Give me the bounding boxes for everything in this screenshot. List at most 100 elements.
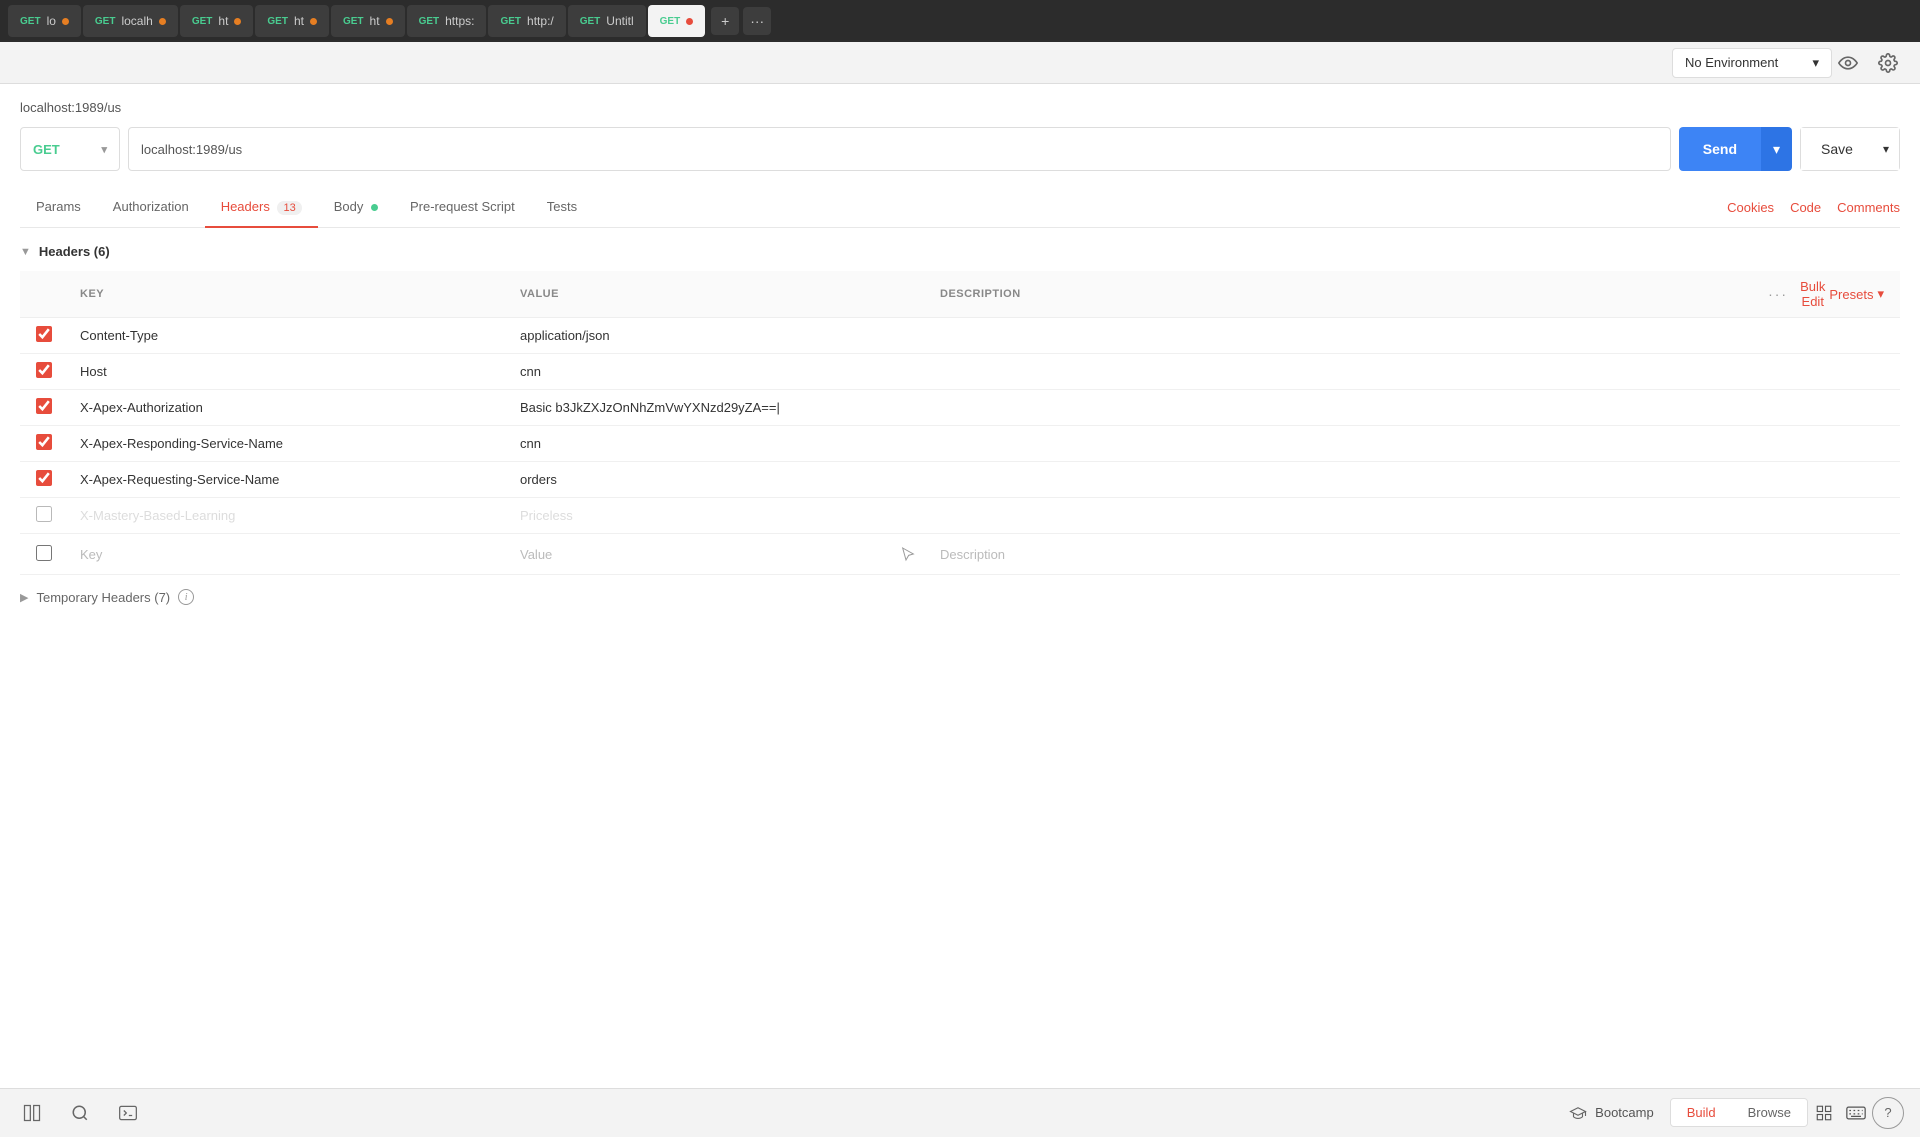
desc-value[interactable] xyxy=(928,506,1740,526)
value-placeholder[interactable]: Value xyxy=(520,547,552,562)
request-tab-3[interactable]: GET ht xyxy=(180,5,254,37)
row-checkbox[interactable] xyxy=(36,398,52,414)
table-row: Content-Type application/json xyxy=(20,318,1900,354)
environment-label: No Environment xyxy=(1685,55,1778,70)
key-value[interactable]: X-Apex-Responding-Service-Name xyxy=(68,426,508,461)
checkbox-cell xyxy=(20,498,68,534)
desc-cell: Description xyxy=(928,534,1740,575)
table-row-empty: Key Value Description xyxy=(20,534,1900,575)
row-checkbox[interactable] xyxy=(36,545,52,561)
key-value[interactable]: X-Apex-Authorization xyxy=(68,390,508,425)
bulk-edit-button[interactable]: Bulk Edit xyxy=(1800,279,1825,309)
presets-button[interactable]: Presets ▾ xyxy=(1829,286,1884,302)
save-main-button[interactable]: Save xyxy=(1800,127,1873,171)
comments-link[interactable]: Comments xyxy=(1837,188,1900,227)
layout-icon-button[interactable] xyxy=(16,1097,48,1129)
tab-tests[interactable]: Tests xyxy=(531,187,593,228)
key-value[interactable]: X-Apex-Requesting-Service-Name xyxy=(68,462,508,497)
value-cell: Value xyxy=(508,534,928,575)
col-check-header xyxy=(20,271,68,318)
key-cell: Host xyxy=(68,354,508,390)
row-checkbox[interactable] xyxy=(36,434,52,450)
key-value[interactable]: Content-Type xyxy=(68,318,508,353)
value-value[interactable]: cnn xyxy=(508,426,928,461)
request-tab-5[interactable]: GET ht xyxy=(331,5,405,37)
env-icon-group xyxy=(1832,47,1904,79)
help-button[interactable]: ? xyxy=(1872,1097,1904,1129)
method-select[interactable]: GET ▾ xyxy=(20,127,120,171)
chevron-down-icon: ▾ xyxy=(1812,55,1819,71)
row-checkbox[interactable] xyxy=(36,362,52,378)
tab-label: https: xyxy=(445,14,474,28)
request-tab-1[interactable]: GET lo xyxy=(8,5,81,37)
key-value[interactable]: Host xyxy=(68,354,508,389)
tab-headers-label: Headers xyxy=(221,199,270,214)
eye-icon-button[interactable] xyxy=(1832,47,1864,79)
more-options-button[interactable]: ··· xyxy=(1760,282,1796,306)
console-icon-button[interactable] xyxy=(112,1097,144,1129)
tab-bar: GET lo GET localh GET ht GET ht GET ht G… xyxy=(0,0,1920,42)
value-value[interactable]: Priceless xyxy=(508,498,928,533)
checkbox-cell xyxy=(20,534,68,575)
request-tab-4[interactable]: GET ht xyxy=(255,5,329,37)
request-tab-2[interactable]: GET localh xyxy=(83,5,178,37)
method-label: GET xyxy=(580,16,601,27)
desc-value[interactable] xyxy=(928,362,1740,382)
value-value[interactable]: Basic b3JkZXJzOnNhZmVwYXNzd29yZA== xyxy=(508,390,928,425)
bootcamp-label: Bootcamp xyxy=(1595,1105,1654,1120)
value-value[interactable]: cnn xyxy=(508,354,928,389)
key-cell: X-Apex-Responding-Service-Name xyxy=(68,426,508,462)
add-tab-button[interactable]: + xyxy=(711,7,739,35)
bootcamp-button[interactable]: Bootcamp xyxy=(1553,1089,1670,1137)
request-tab-7[interactable]: GET http:/ xyxy=(488,5,565,37)
row-checkbox[interactable] xyxy=(36,506,52,522)
desc-cell xyxy=(928,462,1740,498)
url-input[interactable] xyxy=(128,127,1671,171)
request-tab-9[interactable]: GET xyxy=(648,5,706,37)
bottom-right-section: Bootcamp Build Browse ? xyxy=(1553,1089,1904,1137)
key-value[interactable]: X-Mastery-Based-Learning xyxy=(68,498,508,533)
row-checkbox[interactable] xyxy=(36,470,52,486)
tab-label: ht xyxy=(218,14,228,28)
desc-value[interactable] xyxy=(928,470,1740,490)
tab-prerequest[interactable]: Pre-request Script xyxy=(394,187,531,228)
keyboard-icon-button[interactable] xyxy=(1840,1097,1872,1129)
value-value[interactable]: orders xyxy=(508,462,928,497)
environment-selector[interactable]: No Environment ▾ xyxy=(1672,48,1832,78)
method-value: GET xyxy=(33,142,60,157)
tab-params[interactable]: Params xyxy=(20,187,97,228)
send-dropdown-button[interactable]: ▾ xyxy=(1761,127,1792,171)
grid-icon-button[interactable] xyxy=(1808,1097,1840,1129)
cookies-link[interactable]: Cookies xyxy=(1727,188,1774,227)
request-tab-6[interactable]: GET https: xyxy=(407,5,487,37)
tab-body[interactable]: Body xyxy=(318,187,394,228)
desc-placeholder[interactable]: Description xyxy=(928,537,1740,572)
tab-headers[interactable]: Headers 13 xyxy=(205,187,318,228)
tab-label: Untitl xyxy=(606,14,633,28)
headers-collapse-toggle[interactable]: ▼ Headers (6) xyxy=(20,244,1900,259)
table-row: X-Apex-Responding-Service-Name cnn xyxy=(20,426,1900,462)
key-placeholder[interactable]: Key xyxy=(68,537,508,572)
desc-value[interactable] xyxy=(928,326,1740,346)
table-body: Content-Type application/json xyxy=(20,318,1900,575)
more-tabs-button[interactable]: ··· xyxy=(743,7,771,35)
search-icon-button[interactable] xyxy=(64,1097,96,1129)
checkbox-cell xyxy=(20,354,68,390)
row-checkbox[interactable] xyxy=(36,326,52,342)
send-main-button[interactable]: Send xyxy=(1679,127,1761,171)
code-link[interactable]: Code xyxy=(1790,188,1821,227)
row-actions xyxy=(1740,318,1900,354)
value-value[interactable]: application/json xyxy=(508,318,928,353)
build-mode-button[interactable]: Build xyxy=(1671,1099,1732,1126)
settings-icon-button[interactable] xyxy=(1872,47,1904,79)
col-key-header: KEY xyxy=(68,271,508,318)
temporary-headers-toggle[interactable]: ▶ Temporary Headers (7) i xyxy=(20,575,1900,609)
method-label: GET xyxy=(20,16,41,27)
tab-tests-label: Tests xyxy=(547,199,577,214)
desc-value[interactable] xyxy=(928,398,1740,418)
desc-value[interactable] xyxy=(928,434,1740,454)
save-dropdown-button[interactable]: ▾ xyxy=(1873,127,1900,171)
tab-authorization[interactable]: Authorization xyxy=(97,187,205,228)
browse-mode-button[interactable]: Browse xyxy=(1732,1099,1807,1126)
request-tab-8[interactable]: GET Untitl xyxy=(568,5,646,37)
